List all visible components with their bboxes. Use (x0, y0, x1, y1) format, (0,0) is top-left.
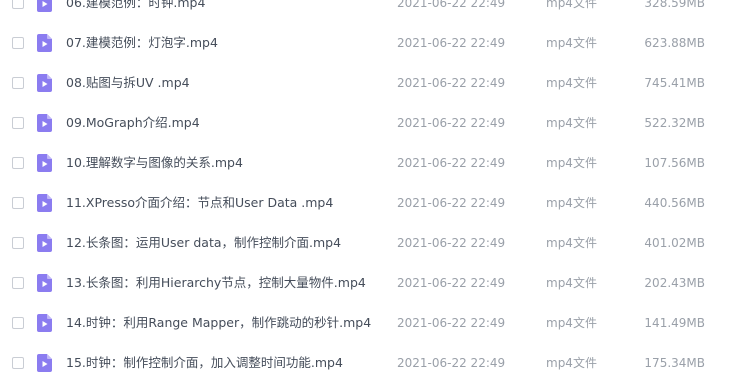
row-checkbox[interactable] (12, 157, 24, 169)
file-name-link[interactable]: 13.长条图：利用Hierarchy节点，控制大量物件.mp4 (66, 275, 366, 291)
file-name-link[interactable]: 14.时钟：利用Range Mapper，制作跳动的秒针.mp4 (66, 315, 371, 331)
file-size: 745.41MB (644, 76, 705, 90)
file-type: mp4文件 (546, 276, 597, 290)
file-date: 2021-06-22 22:49 (397, 316, 506, 330)
file-row[interactable]: 14.时钟：利用Range Mapper，制作跳动的秒针.mp4 2021-06-… (0, 304, 752, 344)
file-date: 2021-06-22 22:49 (397, 276, 506, 290)
file-date: 2021-06-22 22:49 (397, 236, 506, 250)
video-file-icon (37, 0, 52, 12)
video-file-icon (37, 34, 52, 52)
file-name-link[interactable]: 10.理解数字与图像的关系.mp4 (66, 155, 243, 171)
file-name-link[interactable]: 08.贴图与拆UV .mp4 (66, 75, 190, 91)
file-row[interactable]: 13.长条图：利用Hierarchy节点，控制大量物件.mp4 2021-06-2… (0, 264, 752, 304)
video-file-icon (37, 154, 52, 172)
row-checkbox[interactable] (12, 0, 24, 9)
video-file-icon (37, 114, 52, 132)
file-name-link[interactable]: 11.XPresso介面介绍：节点和User Data .mp4 (66, 195, 333, 211)
file-date: 2021-06-22 22:49 (397, 356, 506, 370)
file-type: mp4文件 (546, 76, 597, 90)
row-checkbox[interactable] (12, 237, 24, 249)
file-type: mp4文件 (546, 116, 597, 130)
file-size: 141.49MB (644, 316, 705, 330)
file-row[interactable]: 11.XPresso介面介绍：节点和User Data .mp4 2021-06-… (0, 184, 752, 224)
file-size: 107.56MB (644, 156, 705, 170)
row-checkbox[interactable] (12, 317, 24, 329)
file-name-link[interactable]: 07.建模范例：灯泡字.mp4 (66, 35, 218, 51)
video-file-icon (37, 354, 52, 372)
video-file-icon (37, 314, 52, 332)
file-size: 440.56MB (644, 196, 705, 210)
file-type: mp4文件 (546, 0, 597, 10)
file-size: 175.34MB (644, 356, 705, 370)
row-checkbox[interactable] (12, 277, 24, 289)
file-list: 06.建模范例：时钟.mp4 2021-06-22 22:49 mp4文件 328.5… (0, 0, 752, 384)
file-size: 202.43MB (644, 276, 705, 290)
row-checkbox[interactable] (12, 197, 24, 209)
file-size: 623.88MB (644, 36, 705, 50)
row-checkbox[interactable] (12, 117, 24, 129)
file-date: 2021-06-22 22:49 (397, 76, 506, 90)
row-checkbox[interactable] (12, 37, 24, 49)
file-name-link[interactable]: 06.建模范例：时钟.mp4 (66, 0, 205, 11)
file-row[interactable]: 10.理解数字与图像的关系.mp4 2021-06-22 22:49 mp4文件 10… (0, 144, 752, 184)
row-checkbox[interactable] (12, 357, 24, 369)
file-name-link[interactable]: 15.时钟：制作控制介面，加入调整时间功能.mp4 (66, 355, 343, 371)
file-type: mp4文件 (546, 236, 597, 250)
file-name-link[interactable]: 09.MoGraph介绍.mp4 (66, 115, 200, 131)
file-size: 328.59MB (644, 0, 705, 10)
row-checkbox[interactable] (12, 77, 24, 89)
file-row[interactable]: 06.建模范例：时钟.mp4 2021-06-22 22:49 mp4文件 328.5… (0, 0, 752, 24)
file-row[interactable]: 09.MoGraph介绍.mp4 2021-06-22 22:49 mp4文件 522… (0, 104, 752, 144)
file-type: mp4文件 (546, 316, 597, 330)
video-file-icon (37, 274, 52, 292)
file-date: 2021-06-22 22:49 (397, 116, 506, 130)
file-row[interactable]: 08.贴图与拆UV .mp4 2021-06-22 22:49 mp4文件 745.4… (0, 64, 752, 104)
video-file-icon (37, 74, 52, 92)
file-date: 2021-06-22 22:49 (397, 0, 506, 10)
file-row[interactable]: 15.时钟：制作控制介面，加入调整时间功能.mp4 2021-06-22 22:4… (0, 344, 752, 384)
file-type: mp4文件 (546, 196, 597, 210)
file-type: mp4文件 (546, 356, 597, 370)
video-file-icon (37, 234, 52, 252)
file-row[interactable]: 07.建模范例：灯泡字.mp4 2021-06-22 22:49 mp4文件 623.… (0, 24, 752, 64)
file-name-link[interactable]: 12.长条图：运用User data，制作控制介面.mp4 (66, 235, 341, 251)
file-date: 2021-06-22 22:49 (397, 196, 506, 210)
file-date: 2021-06-22 22:49 (397, 36, 506, 50)
file-type: mp4文件 (546, 36, 597, 50)
file-size: 522.32MB (644, 116, 705, 130)
file-date: 2021-06-22 22:49 (397, 156, 506, 170)
file-type: mp4文件 (546, 156, 597, 170)
file-row[interactable]: 12.长条图：运用User data，制作控制介面.mp4 2021-06-22 … (0, 224, 752, 264)
file-size: 401.02MB (644, 236, 705, 250)
video-file-icon (37, 194, 52, 212)
